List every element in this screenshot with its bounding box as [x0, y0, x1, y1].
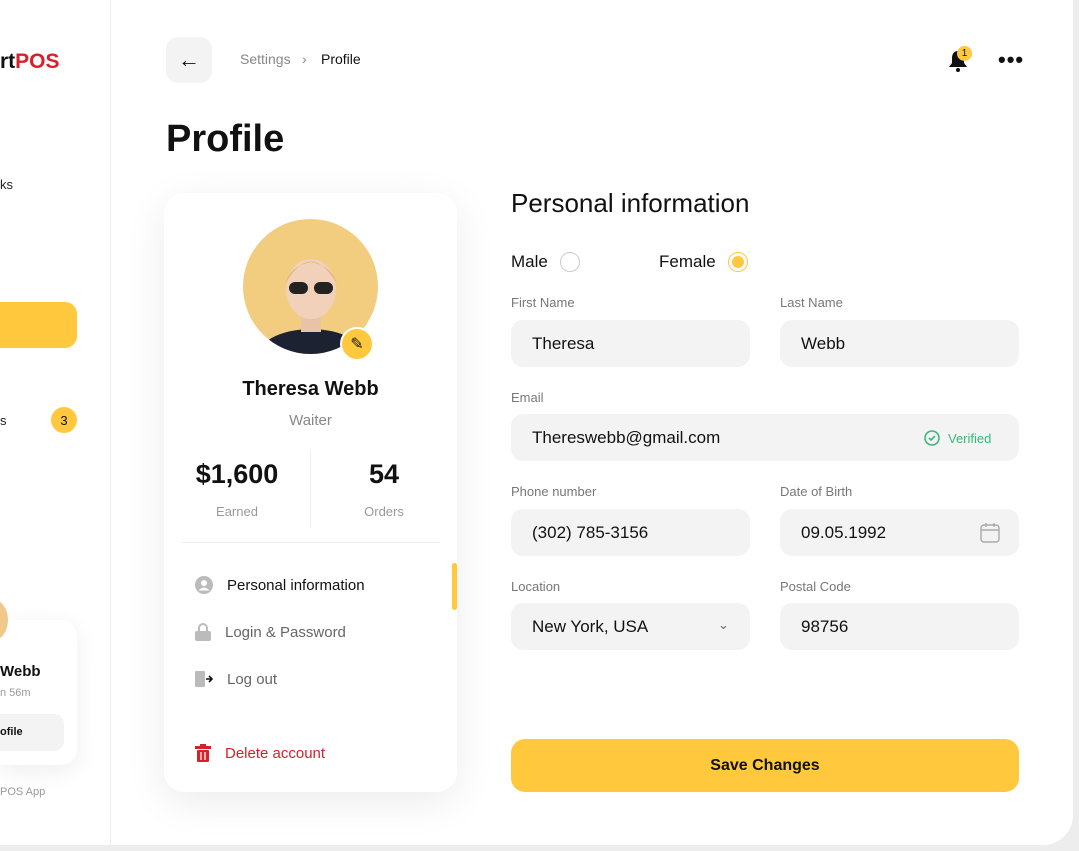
- calendar-icon[interactable]: [980, 522, 1000, 543]
- menu-login-password[interactable]: Login & Password: [195, 623, 346, 641]
- user-card: Webb n 56m ofile: [0, 600, 77, 765]
- earned-value: $1,600: [195, 459, 279, 489]
- profile-name: Theresa Webb: [242, 378, 379, 400]
- verified-label: Verified: [948, 430, 992, 446]
- gender-female-radio[interactable]: Female: [659, 252, 748, 272]
- arrow-left-icon: ←: [178, 47, 200, 72]
- menu-log-out[interactable]: Log out: [195, 670, 277, 688]
- view-profile-button[interactable]: ofile: [0, 714, 64, 751]
- sidebar-item-active[interactable]: [0, 302, 77, 348]
- email-label: Email: [511, 390, 544, 405]
- breadcrumb-separator-icon: ›: [302, 51, 307, 67]
- trash-icon: [195, 744, 211, 762]
- orders-label: Orders: [364, 504, 404, 519]
- sidebar-item[interactable]: s: [0, 413, 7, 428]
- location-value: New York, USA: [532, 616, 649, 636]
- postal-label: Postal Code: [780, 579, 851, 594]
- notification-badge: 1: [957, 46, 972, 61]
- menu-label: Login & Password: [225, 623, 346, 641]
- orders-value: 54: [368, 459, 400, 489]
- menu-label: Log out: [227, 670, 278, 688]
- first-name-input[interactable]: Theresa: [511, 320, 750, 367]
- pencil-icon: ✎: [350, 336, 364, 353]
- chevron-down-icon: ⌄: [718, 617, 729, 632]
- verified-badge: Verified: [924, 430, 991, 446]
- location-select[interactable]: New York, USA ⌄: [511, 603, 750, 650]
- last-name-input[interactable]: Webb: [780, 320, 1019, 367]
- dob-value: 09.05.1992: [801, 522, 887, 542]
- page-title: Profile: [166, 118, 285, 160]
- profile-card: ✎ Theresa Webb Waiter $1,600 Earned 54 O…: [164, 193, 457, 792]
- lock-icon: [195, 623, 211, 641]
- profile-role: Waiter: [289, 412, 332, 429]
- location-label: Location: [511, 579, 561, 594]
- sidebar-item[interactable]: ks: [0, 177, 13, 192]
- active-indicator: [452, 563, 457, 610]
- last-name-label: Last Name: [780, 295, 843, 310]
- delete-account-button[interactable]: Delete account: [195, 744, 325, 762]
- breadcrumb-profile: Profile: [321, 51, 361, 67]
- user-name: Webb: [0, 663, 41, 680]
- check-circle-icon: [924, 430, 940, 446]
- radio-checked-icon: [727, 252, 748, 272]
- dob-label: Date of Birth: [780, 484, 853, 499]
- male-label: Male: [511, 252, 548, 271]
- form-title: Personal information: [511, 188, 750, 218]
- logo: rtPOS: [0, 50, 60, 73]
- sidebar-badge: 3: [51, 407, 77, 433]
- sidebar-footer: POS App: [0, 786, 46, 798]
- email-value: Thereswebb@gmail.com: [532, 427, 721, 447]
- postal-input[interactable]: 98756: [780, 603, 1019, 650]
- divider: [181, 542, 440, 543]
- user-time: n 56m: [0, 687, 31, 699]
- notification-button[interactable]: 1: [946, 46, 972, 79]
- phone-label: Phone number: [511, 484, 597, 499]
- menu-personal-information[interactable]: Personal information: [195, 576, 365, 594]
- delete-label: Delete account: [225, 744, 326, 762]
- logout-icon: [195, 671, 213, 687]
- save-changes-button[interactable]: Save Changes: [511, 739, 1019, 792]
- user-circle-icon: [195, 576, 213, 594]
- more-options-icon[interactable]: •••: [998, 47, 1024, 73]
- user-avatar: [0, 600, 8, 640]
- radio-unchecked-icon: [559, 252, 580, 272]
- back-button[interactable]: ←: [166, 37, 212, 83]
- menu-label: Personal information: [227, 576, 365, 594]
- phone-input[interactable]: (302) 785-3156: [511, 509, 750, 556]
- earned-label: Earned: [216, 504, 258, 519]
- breadcrumb-settings[interactable]: Settings: [240, 51, 291, 67]
- first-name-label: First Name: [511, 295, 575, 310]
- sidebar: rtPOS ks s 3 Webb n 56m ofile POS App: [0, 0, 111, 845]
- edit-avatar-button[interactable]: ✎: [340, 327, 374, 361]
- gender-male-radio[interactable]: Male: [511, 252, 580, 272]
- female-label: Female: [659, 252, 716, 271]
